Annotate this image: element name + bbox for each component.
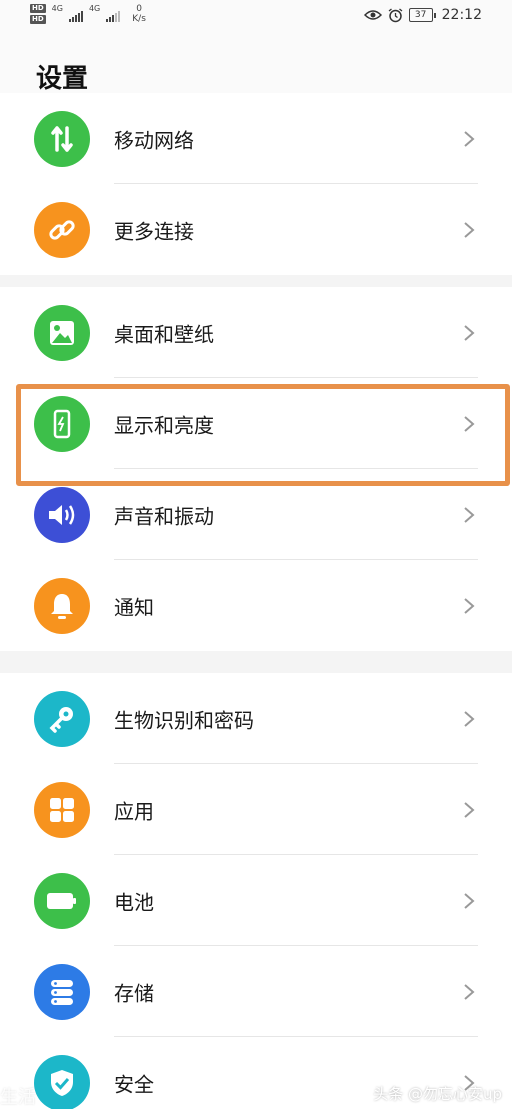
speed-value: 0: [136, 4, 142, 14]
network-speed: 0 K/s: [132, 4, 146, 24]
hd-badge-1: HD: [30, 4, 46, 13]
watermark-right: 头条 @勿忘心安up: [373, 1085, 502, 1103]
status-bar: HD HD 4G 4G 0 K/s 37 22:12: [0, 0, 512, 36]
hd-badge-2: HD: [30, 15, 46, 24]
setting-item-battery[interactable]: 电池: [0, 855, 512, 946]
chevron-right-icon: [464, 221, 475, 238]
bell-icon: [34, 577, 90, 634]
setting-label: 应用: [114, 799, 154, 823]
signal-icon-2: [106, 10, 121, 22]
sim-indicators: HD HD: [30, 4, 46, 24]
settings-group-system: 生物识别和密码 应用 电池 存储 安全: [0, 673, 512, 1109]
setting-item-notifications[interactable]: 通知: [0, 560, 512, 651]
sound-icon: [34, 486, 90, 543]
status-left: HD HD 4G 4G 0 K/s: [30, 4, 146, 24]
link-icon: [34, 201, 90, 258]
chevron-right-icon: [464, 130, 475, 147]
setting-label: 移动网络: [114, 128, 194, 152]
network-type-2: 4G: [88, 4, 101, 13]
chevron-right-icon: [464, 597, 475, 614]
setting-label: 存储: [114, 981, 154, 1005]
wallpaper-icon: [34, 304, 90, 361]
highlight-box: [16, 384, 510, 486]
setting-label: 桌面和壁纸: [114, 322, 214, 346]
chevron-right-icon: [464, 324, 475, 341]
clock: 22:12: [441, 7, 482, 23]
alarm-icon: [388, 7, 403, 22]
signal-icon-1: [68, 10, 83, 22]
storage-icon: [34, 963, 90, 1020]
battery-icon: [34, 872, 90, 929]
speed-unit: K/s: [132, 14, 146, 24]
setting-label: 通知: [114, 595, 154, 619]
setting-item-biometrics-password[interactable]: 生物识别和密码: [0, 673, 512, 764]
battery-level: 37: [408, 8, 433, 22]
chevron-right-icon: [464, 710, 475, 727]
chevron-right-icon: [464, 983, 475, 1000]
network-type-1: 4G: [51, 4, 63, 13]
mobile-data-icon: [34, 110, 90, 167]
eye-icon: [363, 10, 382, 20]
setting-item-storage[interactable]: 存储: [0, 946, 512, 1037]
chevron-right-icon: [464, 506, 475, 523]
watermark-left: 生活: [0, 1087, 36, 1108]
setting-label: 声音和振动: [114, 504, 214, 528]
chevron-right-icon: [464, 801, 475, 818]
setting-label: 更多连接: [114, 219, 194, 243]
battery-tip: [433, 12, 436, 18]
chevron-right-icon: [464, 892, 475, 909]
setting-item-mobile-network[interactable]: 移动网络: [0, 93, 512, 184]
setting-label: 生物识别和密码: [114, 708, 254, 732]
settings-group-connectivity: 移动网络 更多连接: [0, 93, 512, 275]
setting-item-apps[interactable]: 应用: [0, 764, 512, 855]
setting-label: 电池: [114, 890, 154, 914]
battery-indicator: 37: [408, 8, 436, 22]
setting-label: 安全: [114, 1072, 154, 1096]
apps-icon: [34, 781, 90, 838]
page-title: 设置: [36, 64, 89, 94]
status-right: 37 22:12: [363, 7, 482, 23]
key-icon: [34, 690, 90, 747]
shield-icon: [34, 1054, 90, 1109]
setting-item-wallpaper[interactable]: 桌面和壁纸: [0, 287, 512, 378]
setting-item-more-connections[interactable]: 更多连接: [0, 184, 512, 275]
